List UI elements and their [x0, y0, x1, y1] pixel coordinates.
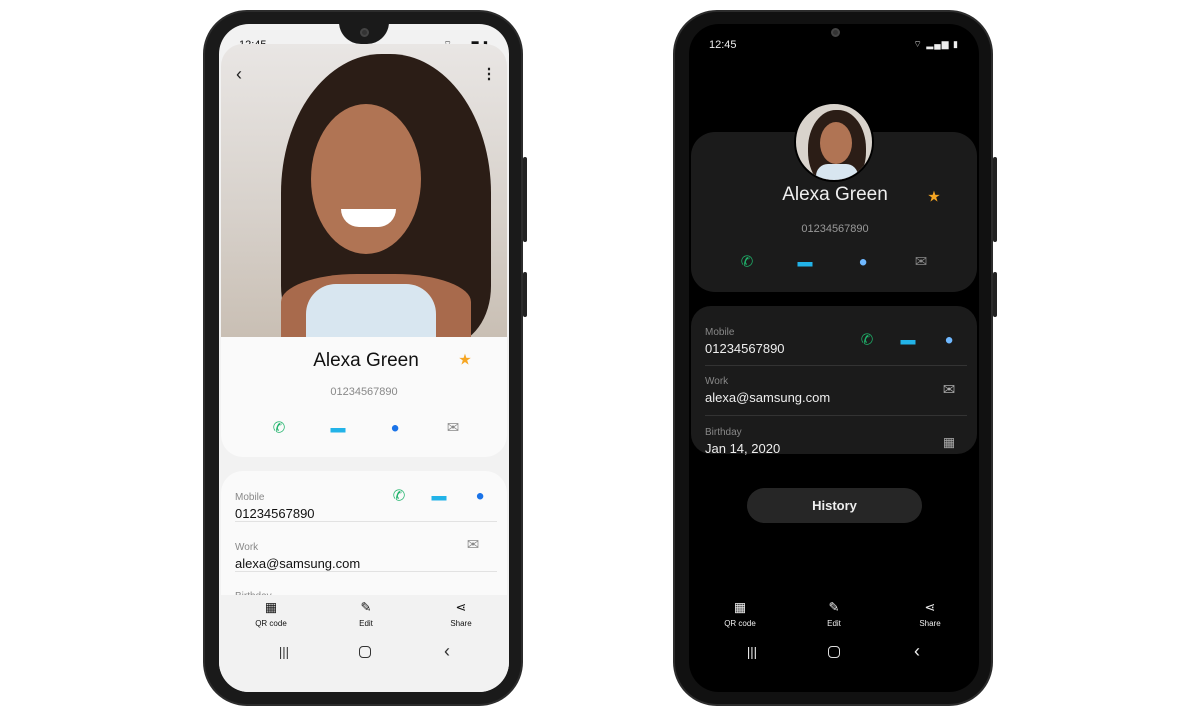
favorite-star-icon[interactable]: ★ [458, 353, 471, 368]
share-icon[interactable]: ⋖ [925, 601, 936, 614]
detail-value[interactable]: alexa@samsung.com [235, 556, 360, 571]
qr-code-icon[interactable]: ▦ [734, 601, 746, 614]
edit-icon[interactable]: ✎ [361, 601, 372, 614]
contact-screen-light: 12:45 ⌔ ▂▄▆ ▮ ‹ ⋮ Alexa Green ★ 01234567… [219, 24, 509, 692]
contact-name: Alexa Green [782, 184, 888, 205]
detail-label: Mobile [705, 327, 735, 338]
history-button[interactable]: History [747, 488, 922, 523]
edit-button[interactable]: Edit [827, 619, 841, 628]
detail-label: Mobile [235, 492, 265, 503]
back-nav-icon[interactable]: ‹ [444, 642, 450, 660]
detail-value[interactable]: Jan 14, 2020 [705, 441, 780, 456]
back-icon[interactable]: ‹ [236, 65, 242, 83]
share-button[interactable]: Share [919, 619, 940, 628]
detail-value[interactable]: 01234567890 [705, 341, 785, 356]
detail-label: Work [705, 376, 729, 387]
message-icon[interactable]: ▬ [432, 489, 447, 504]
edit-button[interactable]: Edit [359, 619, 373, 628]
video-call-icon[interactable]: ● [944, 333, 953, 348]
call-icon[interactable]: ✆ [861, 333, 874, 348]
contact-number: 01234567890 [801, 223, 869, 235]
video-call-icon[interactable]: ● [858, 255, 867, 270]
contact-number: 01234567890 [330, 386, 398, 398]
message-icon[interactable]: ▬ [798, 255, 813, 270]
back-nav-icon[interactable]: ‹ [914, 642, 920, 660]
contact-photo [221, 44, 507, 337]
contact-name: Alexa Green [313, 350, 419, 371]
camera-icon [360, 28, 369, 37]
recents-nav-icon[interactable]: ||| [279, 646, 289, 659]
favorite-star-icon[interactable]: ★ [927, 190, 940, 205]
calendar-icon[interactable]: ▦ [943, 436, 955, 449]
camera-icon [831, 28, 840, 37]
share-button[interactable]: Share [450, 619, 471, 628]
video-call-icon[interactable]: ● [475, 489, 484, 504]
call-icon[interactable]: ✆ [273, 421, 286, 436]
email-icon[interactable]: ✉ [467, 538, 480, 553]
message-icon[interactable]: ▬ [331, 421, 346, 436]
email-icon[interactable]: ✉ [943, 383, 956, 398]
more-options-icon[interactable]: ⋮ [482, 67, 497, 82]
detail-value[interactable]: 01234567890 [235, 506, 315, 521]
edit-icon[interactable]: ✎ [829, 601, 840, 614]
home-nav-icon[interactable] [828, 646, 840, 658]
history-label: History [812, 498, 857, 513]
phone-light: 12:45 ⌔ ▂▄▆ ▮ ‹ ⋮ Alexa Green ★ 01234567… [203, 10, 527, 706]
video-call-icon[interactable]: ● [390, 421, 399, 436]
share-icon[interactable]: ⋖ [456, 601, 467, 614]
message-icon[interactable]: ▬ [901, 333, 916, 348]
call-icon[interactable]: ✆ [393, 489, 406, 504]
recents-nav-icon[interactable]: ||| [747, 646, 757, 659]
qr-code-icon[interactable]: ▦ [265, 601, 277, 614]
home-nav-icon[interactable] [359, 646, 371, 658]
detail-value[interactable]: alexa@samsung.com [705, 390, 830, 405]
qr-code-button[interactable]: QR code [724, 619, 756, 628]
call-icon[interactable]: ✆ [741, 255, 754, 270]
phone-dark: 12:45 ⌔ ▂▄▆ ▮ Alexa Green ★ 01234567890 … [673, 10, 997, 706]
qr-code-button[interactable]: QR code [255, 619, 287, 628]
detail-label: Work [235, 542, 259, 553]
contact-avatar [794, 102, 874, 182]
email-icon[interactable]: ✉ [447, 421, 460, 436]
detail-label: Birthday [705, 427, 742, 438]
status-time: 12:45 [709, 39, 737, 51]
email-icon[interactable]: ✉ [915, 255, 928, 270]
contact-screen-dark: 12:45 ⌔ ▂▄▆ ▮ Alexa Green ★ 01234567890 … [689, 24, 979, 692]
status-icons: ⌔ ▂▄▆ ▮ [913, 39, 959, 49]
